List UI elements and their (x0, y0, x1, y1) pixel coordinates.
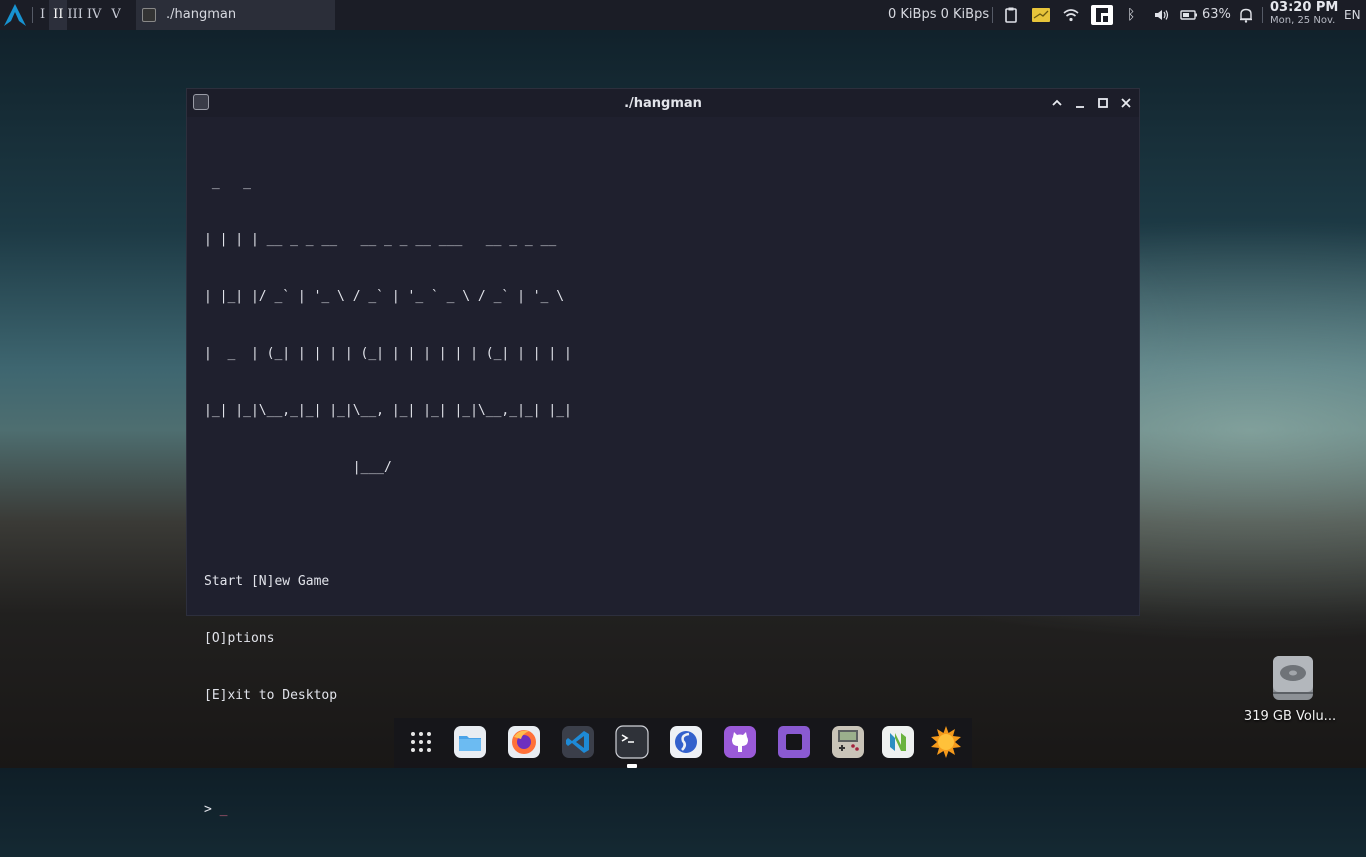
ascii-art-line: | |_| |/ _` | '_ \ / _` | '_ ` _ \ / _` … (204, 289, 565, 304)
firefox-icon[interactable] (507, 725, 541, 759)
menu-option-exit: [E]xit to Desktop (204, 688, 338, 703)
wifi-icon[interactable] (1062, 6, 1080, 24)
text-cursor: _ (219, 802, 228, 817)
ascii-art-line: | | | | __ _ _ __ __ _ _ __ ___ __ _ _ _… (204, 232, 557, 247)
drive-icon[interactable] (1270, 654, 1316, 702)
menu-option-options: [O]ptions (204, 631, 275, 646)
divider (32, 7, 33, 23)
app-grid-icon[interactable] (404, 725, 438, 759)
neovim-icon[interactable] (881, 725, 915, 759)
top-panel: I II III IV V ./hangman 0 KiBps 0 KiBps … (0, 0, 1366, 30)
minimize-button[interactable] (1072, 95, 1088, 111)
minimize-icon (1076, 106, 1084, 108)
menu-option-new-game: Start [N]ew Game (204, 574, 330, 589)
notes-app-icon[interactable] (777, 725, 811, 759)
maximize-icon (1098, 98, 1108, 108)
battery-percent: 63% (1202, 7, 1231, 22)
taskbar-item-label: ./hangman (166, 7, 237, 22)
workspace-2[interactable]: II (49, 0, 68, 30)
volume-icon[interactable] (1153, 6, 1171, 24)
taskbar-item-hangman[interactable]: ./hangman (136, 0, 335, 30)
chevron-up-icon (1052, 99, 1062, 106)
ascii-art-line: |___/ (204, 460, 392, 475)
clock-date: Mon, 25 Nov. (1270, 15, 1336, 26)
keep-above-button[interactable] (1049, 95, 1065, 111)
ascii-art-line: |_| |_|\__,_|_| |_|\__, |_| |_| |_|\__,_… (204, 403, 572, 418)
bell-icon[interactable] (1237, 6, 1255, 24)
clipboard-icon[interactable] (1002, 6, 1020, 24)
prompt-symbol: > (204, 802, 220, 817)
workspace-4[interactable]: IV (85, 0, 108, 30)
divider (992, 7, 993, 23)
window-title: ./hangman (624, 96, 702, 111)
simplenote-icon[interactable] (669, 725, 703, 759)
terminal-window: ./hangman _ _ | | | | __ _ _ __ __ _ _ _… (186, 88, 1140, 817)
active-app-indicator (627, 764, 637, 768)
vscode-icon[interactable] (561, 725, 595, 759)
maximize-button[interactable] (1095, 95, 1111, 111)
workspace-5[interactable]: V (107, 0, 124, 30)
keyboard-layout[interactable]: EN (1344, 0, 1361, 30)
battery-icon[interactable] (1180, 6, 1198, 24)
dock (394, 718, 972, 768)
terminal-icon[interactable] (615, 725, 649, 759)
workspace-switcher: I II III IV V (36, 0, 125, 30)
window-titlebar[interactable]: ./hangman (187, 89, 1139, 117)
gameboy-icon[interactable] (831, 725, 865, 759)
workspace-1[interactable]: I (36, 0, 49, 30)
prompt-line[interactable]: > _ (204, 800, 572, 819)
sun-icon[interactable] (929, 725, 963, 759)
notes-icon[interactable] (1031, 6, 1051, 24)
divider (1262, 7, 1263, 23)
network-speed: 0 KiBps 0 KiBps (888, 7, 990, 22)
bluetooth-icon[interactable]: ᛒ (1127, 0, 1135, 30)
ascii-art-line: | _ | (_| | | | | (_| | | | | | | (_| | … (204, 346, 572, 361)
app-icon[interactable] (1090, 4, 1114, 26)
github-icon[interactable] (723, 725, 757, 759)
drive-label[interactable]: 319 GB Volu... (1230, 709, 1350, 724)
files-icon[interactable] (453, 725, 487, 759)
arch-logo-icon[interactable] (2, 3, 28, 27)
close-button[interactable] (1118, 95, 1134, 111)
close-icon (1121, 98, 1131, 108)
clock[interactable]: 03:20 PM Mon, 25 Nov. (1270, 1, 1338, 29)
clock-time: 03:20 PM (1270, 0, 1339, 15)
workspace-3[interactable]: III (67, 0, 84, 30)
terminal-icon (142, 8, 156, 22)
ascii-art-line: _ _ (204, 175, 251, 190)
